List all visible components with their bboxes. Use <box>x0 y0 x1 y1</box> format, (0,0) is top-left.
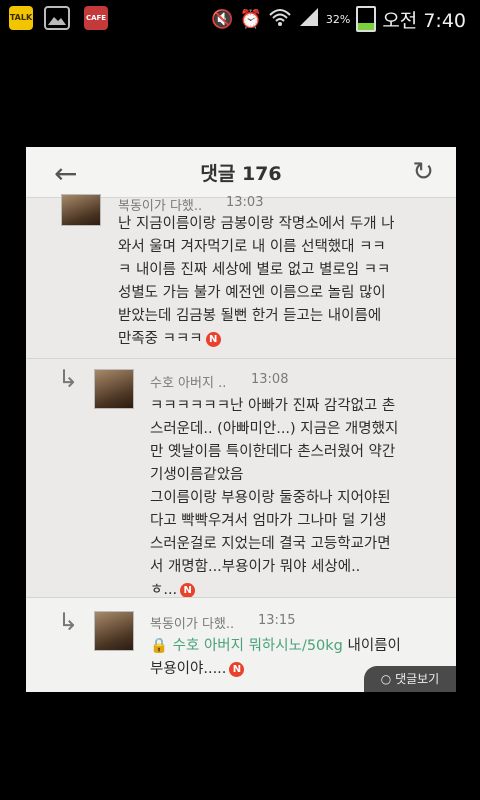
avatar <box>94 611 134 651</box>
comment-body: 난 지금이름이랑 금봉이랑 작명소에서 두개 나 와서 울며 겨자먹기로 내 이… <box>118 216 395 347</box>
page-title: 댓글 176 <box>200 163 282 185</box>
comment-icon: ○ <box>380 672 392 686</box>
comments-header: ← 댓글 176 ↻ <box>26 147 456 198</box>
refresh-icon[interactable]: ↻ <box>412 157 434 187</box>
comment-time: 13:08 <box>251 372 289 387</box>
battery-percent: 32% <box>325 12 351 26</box>
comment-author: 복동이가 다했.. <box>118 199 203 214</box>
status-right: 🔇 ⏰ 32% 오전 7:40 <box>211 4 466 34</box>
status-bar: TALK CAFE 🔇 ⏰ 32% 오전 7:40 <box>0 0 480 38</box>
mention-name[interactable]: 수호 아버지 뭐하시노/50kg <box>173 638 343 654</box>
reply-arrow-icon: ↳ <box>58 608 79 636</box>
battery-icon <box>356 6 377 32</box>
gallery-icon <box>44 6 70 30</box>
comment-screenshot: ← 댓글 176 ↻ 복동이가 다했.. 13:03 난 지금이름이랑 금봉이랑… <box>26 147 456 692</box>
talk-app-icon: TALK <box>9 6 33 30</box>
comment-time: 13:15 <box>258 613 296 628</box>
new-badge: N <box>180 582 196 598</box>
new-badge: N <box>229 661 245 677</box>
mute-icon: 🔇 <box>211 8 234 30</box>
comment-time: 13:03 <box>226 195 264 210</box>
lock-icon: 🔒 <box>150 638 169 654</box>
avatar <box>94 369 134 409</box>
wifi-icon <box>268 7 292 32</box>
alarm-icon: ⏰ <box>239 8 262 30</box>
avatar <box>61 194 101 226</box>
cafe-app-icon: CAFE <box>84 6 108 30</box>
comment-body: ㅋㅋㅋㅋㅋㅋ난 아빠가 진짜 감각없고 촌 스러운데.. (아빠미안...) 지… <box>150 398 399 598</box>
clock: 오전 7:40 <box>382 9 466 32</box>
signal-icon <box>298 7 320 32</box>
reply-arrow-icon: ↳ <box>58 365 79 393</box>
comment-author: 복동이가 다했.. <box>150 617 235 632</box>
view-comments-button[interactable]: ○ 댓글보기 <box>364 666 456 692</box>
comment-author: 수호 아버지 .. <box>150 376 227 391</box>
new-badge: N <box>205 331 221 347</box>
